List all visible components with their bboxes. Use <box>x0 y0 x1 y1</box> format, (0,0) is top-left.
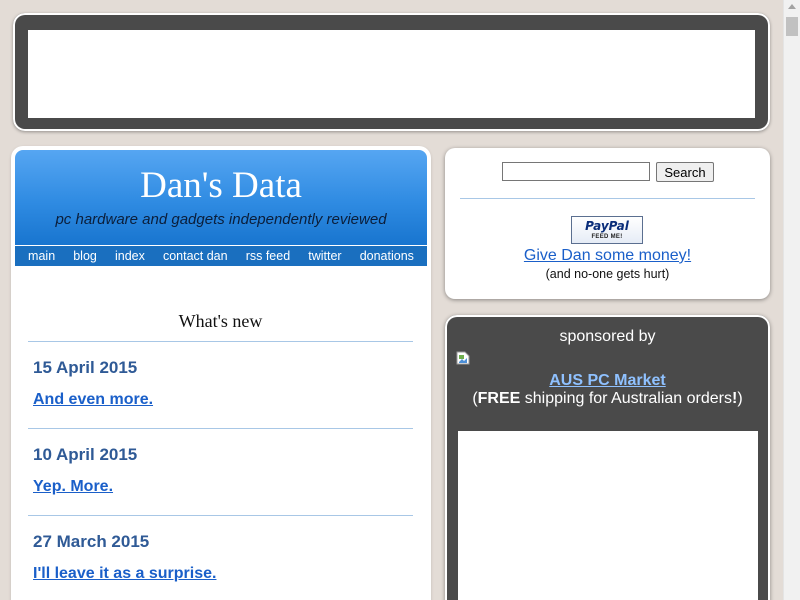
sponsor-ad-area[interactable] <box>458 431 758 600</box>
divider <box>28 428 413 429</box>
news-link[interactable]: Yep. More. <box>33 478 113 496</box>
sponsor-offer-free: FREE <box>477 390 521 407</box>
vertical-scrollbar[interactable] <box>783 0 800 600</box>
news-link[interactable]: And even more. <box>33 391 153 409</box>
sponsor-offer-text: shipping for Australian orders <box>520 390 732 407</box>
divider <box>28 515 413 516</box>
paypal-badge-caption: FEED ME! <box>591 234 623 240</box>
site-tagline: pc hardware and gadgets independently re… <box>55 211 387 228</box>
news-date: 15 April 2015 <box>33 358 138 377</box>
nav-link-main[interactable]: main <box>28 249 55 263</box>
donate-note: (and no-one gets hurt) <box>545 267 670 281</box>
top-ad-area[interactable] <box>28 30 755 118</box>
nav-link-blog[interactable]: blog <box>73 249 97 263</box>
donate-link[interactable]: Give Dan some money! <box>445 247 770 265</box>
search-button[interactable]: Search <box>656 162 714 182</box>
nav-link-twitter[interactable]: twitter <box>308 249 341 263</box>
paypal-donate-button[interactable]: PayPal FEED ME! <box>571 216 643 244</box>
main-column: Dan's Data pc hardware and gadgets indep… <box>13 148 429 600</box>
search-donate-panel: Search PayPal FEED ME! Give Dan some mon… <box>445 148 770 299</box>
masthead: Dan's Data pc hardware and gadgets indep… <box>15 150 427 245</box>
nav-link-rss[interactable]: rss feed <box>246 249 290 263</box>
sponsor-heading: sponsored by <box>559 328 656 345</box>
chevron-up-icon[interactable] <box>788 4 796 9</box>
search-input[interactable] <box>502 162 650 181</box>
sponsor-offer: (FREE shipping for Australian orders!) <box>445 390 770 408</box>
nav-link-contact[interactable]: contact dan <box>163 249 228 263</box>
broken-image-icon[interactable] <box>456 351 470 365</box>
sponsor-link[interactable]: AUS PC Market <box>445 372 770 390</box>
paypal-logo-text: PayPal <box>585 219 629 233</box>
nav-bar: main blog index contact dan rss feed twi… <box>15 245 427 266</box>
divider <box>460 198 755 199</box>
nav-link-index[interactable]: index <box>115 249 145 263</box>
top-ad-banner <box>13 13 770 131</box>
page: Dan's Data pc hardware and gadgets indep… <box>0 0 800 600</box>
news-date: 10 April 2015 <box>33 445 138 464</box>
scrollbar-thumb[interactable] <box>786 17 798 36</box>
divider <box>28 341 413 342</box>
news-link[interactable]: I'll leave it as a surprise. <box>33 565 216 583</box>
sponsor-offer-close: ) <box>737 390 743 407</box>
whats-new-heading: What's new <box>178 311 263 331</box>
nav-link-donations[interactable]: donations <box>360 249 414 263</box>
news-date: 27 March 2015 <box>33 532 150 551</box>
sponsor-panel: sponsored by AUS PC Market (FREE shippin… <box>445 315 770 600</box>
site-title[interactable]: Dan's Data <box>15 164 427 208</box>
